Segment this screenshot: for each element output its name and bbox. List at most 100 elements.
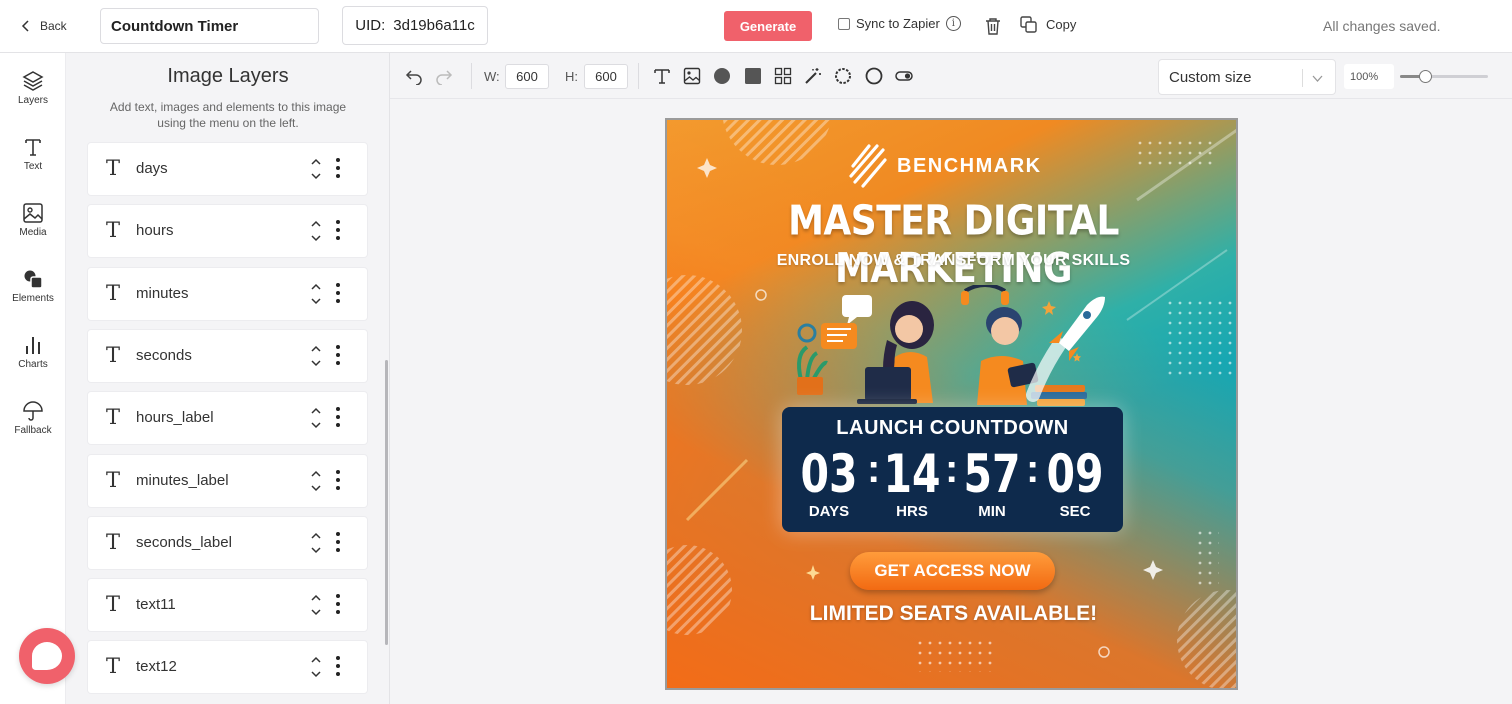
rail-item-text[interactable]: Text [0,123,66,185]
rail-item-elements[interactable]: Elements [0,255,66,317]
uid-value: 3d19b6a11c [393,17,475,34]
layer-row[interactable]: Thours_label [88,392,367,444]
countdown-panel[interactable]: LAUNCH COUNTDOWN 03 : 14 : 57 : 09 DAYS … [782,407,1123,532]
rail-item-charts[interactable]: Charts [0,321,66,383]
more-options-icon[interactable] [335,656,341,676]
sync-to-zapier-toggle[interactable]: Sync to Zapier i [838,16,961,31]
rail-label-layers: Layers [17,95,48,106]
more-options-icon[interactable] [335,407,341,427]
grid-icon[interactable] [774,67,792,85]
chat-button[interactable] [19,628,75,684]
rail-item-media[interactable]: Media [0,189,66,251]
reorder-icon[interactable] [310,405,322,431]
add-image-icon[interactable] [683,67,701,85]
days-label[interactable]: DAYS [794,503,864,520]
editor-toolbar: W: 600 H: 600 Custom size 100% [390,53,1512,99]
headline[interactable]: MASTER DIGITAL MARKETING [667,198,1236,292]
more-options-icon[interactable] [335,283,341,303]
select-divider [1302,69,1303,87]
layer-row[interactable]: Ttext11 [88,579,367,631]
more-options-icon[interactable] [335,594,341,614]
redo-icon[interactable] [435,67,453,85]
canvas-size-select[interactable]: Custom size [1158,59,1336,95]
generate-button[interactable]: Generate [724,11,812,41]
zoom-slider-thumb[interactable] [1418,70,1432,83]
more-options-icon[interactable] [335,158,341,178]
undo-icon[interactable] [405,67,423,85]
circle-shape-icon[interactable] [713,67,731,85]
circle-outline-icon[interactable] [865,67,883,85]
scrollbar[interactable] [385,360,388,645]
design-canvas[interactable]: BENCHMARK MASTER DIGITAL MARKETING ENROL… [665,118,1238,690]
subheadline[interactable]: ENROLL NOW & TRANSFORM YOUR SKILLS [667,252,1236,270]
rail-label-media: Media [19,227,47,238]
countdown-colon: : [867,447,881,491]
loader-ring-icon[interactable] [834,67,852,85]
reorder-icon[interactable] [310,654,322,680]
uid-label: UID: [355,17,386,34]
width-input[interactable]: 600 [505,64,549,89]
magic-wand-icon[interactable] [804,67,822,85]
reorder-icon[interactable] [310,343,322,369]
save-status: All changes saved. [1323,18,1441,34]
top-bar: Back Countdown Timer UID: 3d19b6a11c Gen… [0,0,1512,53]
layer-row[interactable]: Tminutes_label [88,455,367,507]
layer-row[interactable]: Thours [88,205,367,257]
trash-icon[interactable] [985,17,1001,35]
reorder-icon[interactable] [310,218,322,244]
rail-label-elements: Elements [12,293,54,304]
text-icon [25,139,41,156]
hours-label[interactable]: HRS [877,503,947,520]
size-select-value: Custom size [1169,68,1252,86]
countdown-title: LAUNCH COUNTDOWN [836,417,1069,439]
rail-item-fallback[interactable]: Fallback [0,387,66,449]
countdown-minutes[interactable]: 57 [963,444,1020,505]
add-text-icon[interactable] [653,67,671,85]
shapes-icon [24,270,43,289]
layer-name: days [136,160,168,177]
layer-row[interactable]: Ttext12 [88,641,367,693]
get-access-button[interactable]: GET ACCESS NOW [850,552,1055,590]
height-input[interactable]: 600 [584,64,628,89]
seconds-label[interactable]: SEC [1040,503,1110,520]
square-shape-icon[interactable] [744,67,762,85]
chevron-down-icon [1312,75,1323,82]
more-options-icon[interactable] [335,220,341,240]
width-label: W: [484,69,500,84]
more-options-icon[interactable] [335,532,341,552]
layer-name: text12 [136,658,177,675]
copy-label: Copy [1046,17,1077,32]
layer-row[interactable]: Tminutes [88,268,367,320]
reorder-icon[interactable] [310,530,322,556]
sync-checkbox[interactable] [838,17,850,30]
reorder-icon[interactable] [310,592,322,618]
uid-field[interactable]: UID: 3d19b6a11c [342,6,488,45]
reorder-icon[interactable] [310,281,322,307]
zoom-input[interactable]: 100% [1344,64,1394,89]
countdown-hours[interactable]: 14 [883,444,940,505]
info-icon[interactable]: i [945,16,961,31]
text-layer-icon: T [106,592,121,616]
countdown-colon: : [945,447,959,491]
more-options-icon[interactable] [335,470,341,490]
rail-item-layers[interactable]: Layers [0,57,66,119]
title-input[interactable]: Countdown Timer [100,8,319,44]
toggle-icon[interactable] [895,67,913,85]
chevron-left-icon [21,20,29,32]
text-layer-icon: T [106,468,121,492]
copy-button[interactable]: Copy [1020,16,1076,33]
reorder-icon[interactable] [310,468,322,494]
layer-row[interactable]: Tdays [88,143,367,195]
benchmark-logo-icon [849,144,887,188]
reorder-icon[interactable] [310,156,322,182]
layer-row[interactable]: Tseconds [88,330,367,382]
back-button[interactable]: Back [20,16,67,36]
more-options-icon[interactable] [335,345,341,365]
layer-row[interactable]: Tseconds_label [88,517,367,569]
brand-name: BENCHMARK [897,154,1042,177]
countdown-seconds[interactable]: 09 [1046,444,1103,505]
minutes-label[interactable]: MIN [957,503,1027,520]
countdown-days[interactable]: 03 [800,444,857,505]
limited-seats-text[interactable]: LIMITED SEATS AVAILABLE! [667,602,1236,626]
zoom-slider[interactable] [1400,70,1488,83]
